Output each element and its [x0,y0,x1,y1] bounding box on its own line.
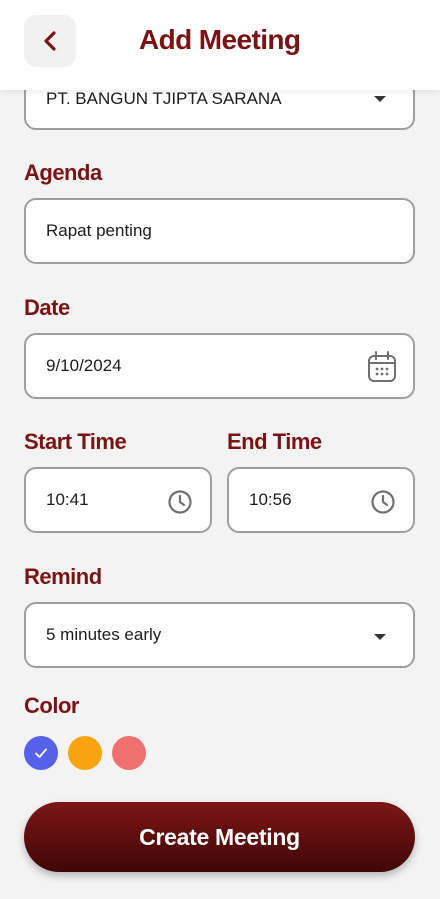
remind-select[interactable]: 5 minutes early [24,602,415,668]
end-time-input[interactable]: 10:56 [227,467,415,533]
remind-value: 5 minutes early [46,625,162,644]
color-option-orange[interactable] [68,736,102,770]
agenda-value: Rapat penting [46,221,152,240]
clock-icon[interactable] [167,489,193,515]
date-label: Date [24,295,70,320]
color-option-blue[interactable] [24,736,58,770]
chevron-left-icon [44,31,56,51]
date-input[interactable]: 9/10/2024 [24,333,415,399]
color-option-red[interactable] [112,736,146,770]
date-value: 9/10/2024 [46,356,122,375]
start-time-label: Start Time [24,429,127,454]
caret-down-icon [374,96,386,102]
remind-label: Remind [24,564,102,589]
company-select-value: PT. BANGUN TJIPTA SARANA [46,89,282,108]
start-time-value: 10:41 [46,490,89,509]
start-time-input[interactable]: 10:41 [24,467,212,533]
color-label: Color [24,693,79,718]
agenda-label: Agenda [24,160,102,185]
agenda-input[interactable]: Rapat penting [24,198,415,264]
app-header: Add Meeting [0,0,440,90]
end-time-label: End Time [227,429,322,454]
check-icon [35,748,47,758]
page-title: Add Meeting [139,24,301,55]
clock-icon[interactable] [370,489,396,515]
calendar-icon[interactable] [367,351,397,383]
end-time-value: 10:56 [249,490,292,509]
caret-down-icon [374,634,386,640]
create-meeting-button[interactable]: Create Meeting [24,802,415,872]
back-button[interactable] [24,15,76,67]
